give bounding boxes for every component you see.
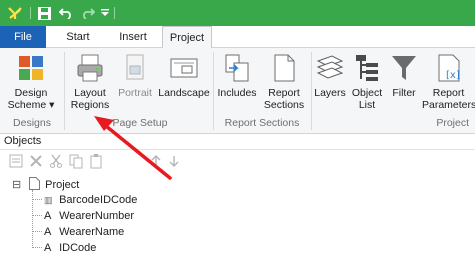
- app-logo-icon[interactable]: [4, 0, 26, 26]
- tree-item-label: IDCode: [59, 242, 97, 254]
- object-list-label-2: List: [358, 99, 376, 111]
- tree-item-wearername[interactable]: A WearerName: [44, 224, 124, 240]
- includes-icon: [225, 54, 249, 82]
- report-sections-label-1: Report: [268, 87, 300, 99]
- tree-connector: [32, 231, 42, 232]
- report-parameters-label-2: Parameters: [422, 99, 475, 111]
- design-scheme-icon: [19, 56, 43, 80]
- delete-icon[interactable]: [28, 153, 44, 169]
- landscape-label: Landscape: [158, 87, 210, 99]
- title-bar: [0, 0, 475, 26]
- group-label-report-sections: Report Sections: [224, 117, 300, 129]
- landscape-button[interactable]: Landscape: [156, 52, 212, 99]
- tree-item-label: BarcodeIDCode: [59, 194, 138, 206]
- move-up-icon[interactable]: [148, 153, 164, 169]
- text-object-icon: A: [44, 226, 52, 238]
- undo-icon[interactable]: [56, 0, 76, 26]
- report-parameters-label-1: Report: [432, 87, 465, 99]
- design-scheme-label-1: Design: [14, 87, 48, 99]
- tree-connector: [32, 199, 42, 200]
- tree-item-label: WearerName: [59, 226, 125, 238]
- tree-item-idcode[interactable]: A IDCode: [44, 240, 96, 256]
- layout-regions-button[interactable]: Layout Regions: [68, 52, 112, 111]
- object-list-button[interactable]: Object List: [348, 52, 386, 111]
- objects-toolbar: [0, 150, 475, 172]
- objects-pane-title: Objects: [4, 135, 42, 147]
- tab-start[interactable]: Start: [56, 26, 100, 48]
- ribbon-panel: Design Scheme ▾ Designs Layout Regions P…: [0, 48, 475, 134]
- layout-regions-label-2: Regions: [70, 99, 110, 111]
- tree-item-barcodeidcode[interactable]: ▥ BarcodeIDCode: [44, 192, 137, 208]
- cut-icon[interactable]: [48, 153, 64, 169]
- filter-button[interactable]: Filter: [386, 52, 422, 99]
- tree-connector: [32, 247, 42, 248]
- group-label-page-setup: Page Setup: [112, 117, 168, 129]
- group-label-designs: Designs: [13, 117, 51, 129]
- group-separator: [64, 52, 65, 130]
- layout-regions-icon: [77, 54, 103, 82]
- quick-access-separator-2: [112, 0, 116, 26]
- tree-root-label: Project: [45, 179, 80, 191]
- report-parameters-icon: [x]: [438, 54, 460, 82]
- design-scheme-label-2: Scheme ▾: [7, 99, 55, 111]
- report-sections-label-2: Sections: [263, 99, 305, 111]
- layout-regions-label-1: Layout: [74, 87, 106, 99]
- portrait-icon: [126, 54, 144, 80]
- properties-icon[interactable]: [8, 153, 24, 169]
- layers-icon: [316, 55, 344, 79]
- text-object-icon: A: [44, 242, 52, 254]
- document-icon: [29, 177, 41, 190]
- landscape-icon: [170, 58, 198, 78]
- design-scheme-button[interactable]: Design Scheme ▾: [4, 52, 58, 111]
- tab-project[interactable]: Project: [162, 26, 212, 49]
- svg-text:[x]: [x]: [446, 70, 460, 81]
- quick-access-separator: [28, 0, 32, 26]
- filter-label: Filter: [392, 87, 416, 99]
- group-label-project: Project: [436, 117, 469, 129]
- paste-icon[interactable]: [88, 153, 104, 169]
- tab-file[interactable]: File: [0, 26, 46, 48]
- object-list-icon: [356, 55, 378, 81]
- barcode-icon: ▥: [44, 195, 53, 205]
- report-sections-button[interactable]: Report Sections: [260, 52, 308, 111]
- layers-button[interactable]: Layers: [312, 52, 348, 99]
- tree-connector: [32, 215, 42, 216]
- portrait-label: Portrait: [118, 87, 152, 99]
- customize-quick-access-icon[interactable]: [98, 0, 112, 26]
- layers-label: Layers: [314, 87, 346, 99]
- includes-button[interactable]: Includes: [214, 52, 260, 99]
- tab-insert[interactable]: Insert: [108, 26, 158, 48]
- filter-icon: [392, 56, 416, 80]
- text-object-icon: A: [44, 210, 52, 222]
- tree-item-label: WearerNumber: [59, 210, 135, 222]
- tree-item-wearernumber[interactable]: A WearerNumber: [44, 208, 134, 224]
- portrait-button[interactable]: Portrait: [114, 52, 156, 99]
- report-parameters-button[interactable]: [x] Report Parameters: [422, 52, 475, 111]
- tree-root-project[interactable]: ⊟ Project: [12, 177, 79, 193]
- save-icon[interactable]: [34, 0, 54, 26]
- ribbon-tab-row: File Start Insert Project: [0, 26, 475, 49]
- includes-label: Includes: [217, 87, 257, 99]
- copy-icon[interactable]: [68, 153, 84, 169]
- report-sections-icon: [274, 54, 295, 82]
- collapse-toggle-icon[interactable]: ⊟: [12, 177, 24, 193]
- objects-pane-header: Objects: [0, 134, 475, 150]
- move-down-icon[interactable]: [166, 153, 182, 169]
- object-list-label-1: Object: [351, 87, 383, 99]
- redo-icon[interactable]: [78, 0, 98, 26]
